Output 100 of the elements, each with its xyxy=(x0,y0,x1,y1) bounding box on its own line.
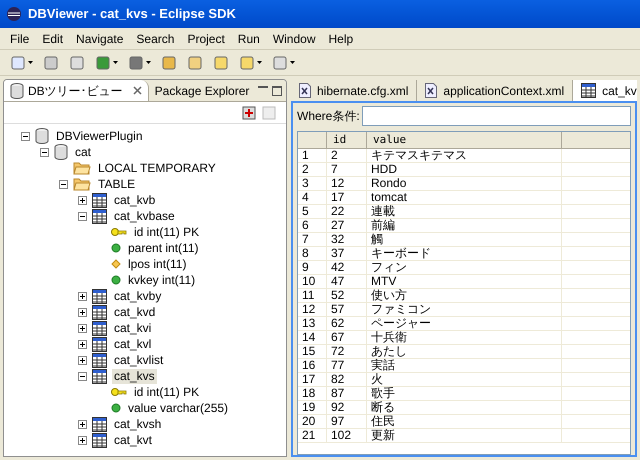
tree-item[interactable]: TABLE xyxy=(96,176,138,192)
column-header[interactable]: value xyxy=(367,132,562,148)
menu-item[interactable]: Navigate xyxy=(70,30,130,48)
caret-icon[interactable] xyxy=(28,61,33,64)
expand-toggle[interactable] xyxy=(78,356,87,364)
menu-item[interactable]: File xyxy=(4,30,36,48)
table-icon xyxy=(92,368,107,384)
table-cell: 37 xyxy=(327,247,367,260)
table-cell: 22 xyxy=(327,205,367,218)
expand-toggle[interactable] xyxy=(78,420,87,428)
table-cell: 15 xyxy=(298,345,327,358)
table-cell: 47 xyxy=(327,275,367,288)
table-cell: 20 xyxy=(298,415,327,428)
table-cell: 断る xyxy=(367,401,562,414)
table-cell: 2 xyxy=(327,149,367,162)
menu-item[interactable]: Run xyxy=(232,30,266,48)
tree-item[interactable]: cat_kvlist xyxy=(112,352,166,368)
close-icon[interactable] xyxy=(132,86,142,95)
table-cell: 1 xyxy=(298,149,327,162)
table-cell: 19 xyxy=(298,401,327,414)
folder-icon xyxy=(73,161,91,175)
editor-tab[interactable]: cat_kv xyxy=(573,80,637,101)
key-icon xyxy=(111,387,127,397)
table-cell: HDD xyxy=(367,163,562,176)
table-icon xyxy=(92,352,107,368)
table-icon xyxy=(92,288,107,304)
caret-icon[interactable] xyxy=(146,61,151,64)
table-cell: 87 xyxy=(327,387,367,400)
table-cell: 7 xyxy=(298,233,327,246)
tree-item[interactable]: cat_kvl xyxy=(112,336,154,352)
expand-toggle[interactable] xyxy=(78,196,87,204)
tree-item[interactable]: DBViewerPlugin xyxy=(54,128,144,144)
collapse-toggle[interactable] xyxy=(78,212,87,220)
tree-item[interactable]: cat_kvd xyxy=(112,304,158,320)
xml-file-icon xyxy=(425,83,438,98)
table-cell: 16 xyxy=(298,359,327,372)
table-cell: 17 xyxy=(327,191,367,204)
table-cell: 27 xyxy=(327,219,367,232)
expand-toggle[interactable] xyxy=(78,340,87,348)
table-cell: 前編 xyxy=(367,219,562,232)
table-cell: 10 xyxy=(298,275,327,288)
expand-toggle[interactable] xyxy=(78,292,87,300)
view-tab[interactable]: DBツリー･ビュー xyxy=(4,80,149,101)
table-icon xyxy=(92,336,107,352)
tree-item[interactable]: kvkey int(11) xyxy=(126,272,198,288)
menu-item[interactable]: Search xyxy=(130,30,180,48)
table-cell: 67 xyxy=(327,331,367,344)
tree-item[interactable]: cat_kvi xyxy=(112,320,154,336)
tree-item[interactable]: parent int(11) xyxy=(126,240,200,256)
table-cell: 4 xyxy=(298,191,327,204)
table-cell: 102 xyxy=(327,429,367,442)
collapse-toggle[interactable] xyxy=(21,132,30,140)
tree-item[interactable]: cat_kvs xyxy=(112,368,157,384)
table-icon xyxy=(92,208,107,224)
table-cell: 57 xyxy=(327,303,367,316)
collapse-toggle[interactable] xyxy=(78,372,87,380)
table-cell: 32 xyxy=(327,233,367,246)
table-cell: 住民 xyxy=(367,415,562,428)
tree-item[interactable]: cat_kvb xyxy=(112,192,158,208)
where-label: Where条件: xyxy=(297,108,360,125)
tree-item[interactable]: id int(11) PK xyxy=(132,384,202,400)
table-cell: あたし xyxy=(367,345,562,358)
menu-item[interactable]: Edit xyxy=(36,30,70,48)
collapse-toggle[interactable] xyxy=(59,180,68,188)
view-tab[interactable]: Package Explorer xyxy=(148,80,256,101)
table-cell: 使い方 xyxy=(367,289,562,302)
table-cell: 2 xyxy=(298,163,327,176)
table-cell: 62 xyxy=(327,317,367,330)
expand-toggle[interactable] xyxy=(78,436,87,444)
table-icon xyxy=(92,432,107,448)
caret-icon[interactable] xyxy=(257,61,262,64)
table-icon xyxy=(92,416,107,432)
table-cell: 18 xyxy=(298,387,327,400)
tree-item[interactable]: LOCAL TEMPORARY xyxy=(96,160,218,176)
maximize-icon[interactable] xyxy=(272,86,282,96)
tree-item[interactable]: cat_kvt xyxy=(112,432,154,448)
table-cell: 97 xyxy=(327,415,367,428)
table-cell: 9 xyxy=(298,261,327,274)
tree-item[interactable]: id int(11) PK xyxy=(132,224,202,240)
menu-item[interactable]: Project xyxy=(181,30,231,48)
tree-item[interactable]: value varchar(255) xyxy=(126,400,230,416)
collapse-toggle[interactable] xyxy=(40,148,49,156)
where-input-field[interactable] xyxy=(362,106,631,126)
tree-item[interactable]: lpos int(11) xyxy=(126,256,188,272)
tree-item[interactable]: cat_kvsh xyxy=(112,416,164,432)
table-cell: 12 xyxy=(298,303,327,316)
expand-toggle[interactable] xyxy=(78,308,87,316)
tree-item[interactable]: cat_kvby xyxy=(112,288,164,304)
table-cell: 92 xyxy=(327,401,367,414)
database-icon xyxy=(35,128,49,144)
tree-item[interactable]: cat_kvbase xyxy=(112,208,177,224)
expand-toggle[interactable] xyxy=(78,324,87,332)
table-cell: 17 xyxy=(298,373,327,386)
column-header[interactable]: id xyxy=(327,132,367,148)
caret-icon[interactable] xyxy=(113,61,118,64)
menu-item[interactable]: Help xyxy=(322,30,360,48)
caret-icon[interactable] xyxy=(290,61,295,64)
tree-item[interactable]: cat xyxy=(73,144,94,160)
menu-item[interactable]: Window xyxy=(266,30,322,48)
table-cell: 更新 xyxy=(367,429,562,442)
